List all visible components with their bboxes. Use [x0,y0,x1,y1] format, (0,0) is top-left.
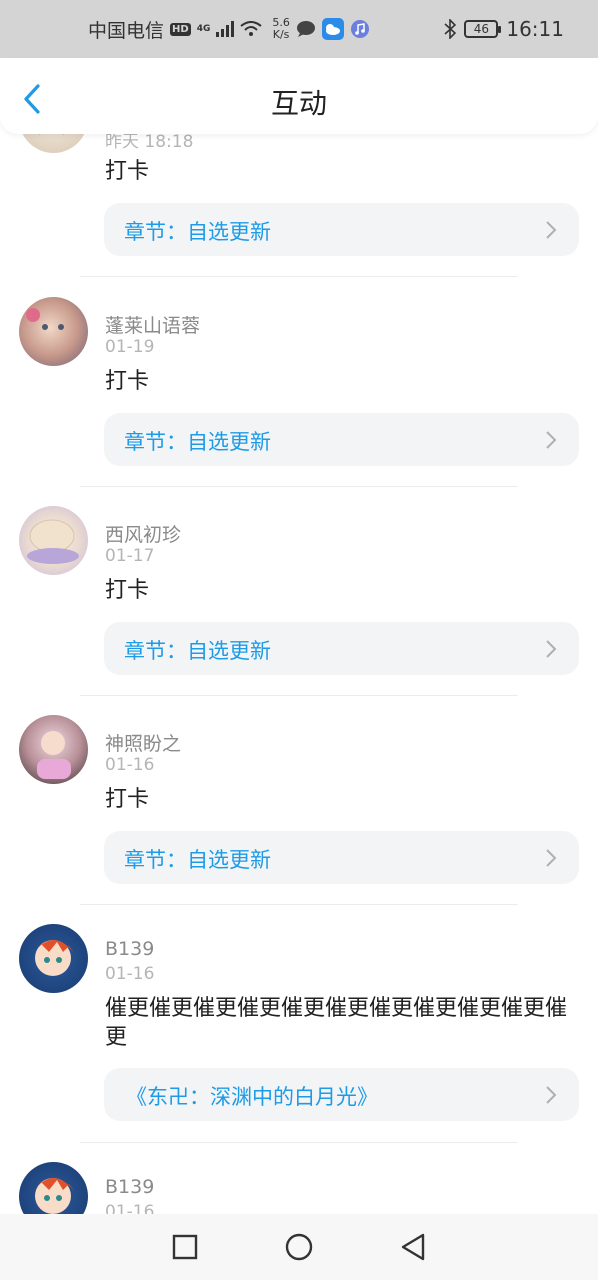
chapter-link-label: 章节：自选更新 [124,430,271,454]
chapter-link-label: 章节：自选更新 [124,848,271,872]
clock: 16:11 [506,17,564,41]
page-title: 互动 [270,87,327,120]
post-time: 昨天 18:18 [105,134,194,152]
book-link[interactable]: 《东卍：深渊中的白月光》 [104,1068,579,1121]
post-content: 打卡 [105,159,150,184]
weather-icon [321,18,344,40]
divider [80,904,518,905]
post-time: 01-17 [105,546,155,566]
network-type: 4G [196,23,211,34]
divider [80,486,518,487]
post-content: 催更催更催更催更催更催更催更催更催更催更催更 [105,996,568,1050]
post-time: 01-19 [105,337,155,357]
system-nav-bar [0,1214,598,1280]
user-name[interactable]: B139 [105,1176,154,1198]
chapter-link[interactable]: 章节：自选更新 [104,622,579,675]
chevron-right-icon [546,849,557,867]
post-content: 打卡 [105,369,150,394]
post-content: 打卡 [105,787,150,812]
battery-indicator: 46 [464,20,502,38]
chapter-link[interactable]: 章节：自选更新 [104,203,579,256]
chapter-link-label: 章节：自选更新 [124,220,271,244]
chapter-link-label: 章节：自选更新 [124,639,271,663]
user-name[interactable]: B139 [105,938,154,960]
user-avatar[interactable] [19,297,88,366]
circle-icon [285,1233,313,1261]
user-avatar[interactable] [19,506,88,575]
chapter-link[interactable]: 章节：自选更新 [104,413,579,466]
carrier-label: 中国电信 [88,19,165,42]
hd-badge: HD [170,22,191,36]
chevron-right-icon [546,431,557,449]
user-name[interactable]: 神照盼之 [105,729,181,756]
chevron-right-icon [546,640,557,658]
bluetooth-icon [444,19,457,39]
post-time: 01-16 [105,964,155,984]
interaction-feed[interactable]: 昨天 18:18 打卡 章节：自选更新 蓬莱山语蓉 01-19 打卡 章节：自选… [0,134,598,1214]
post-time: 01-16 [105,755,155,775]
divider [80,1142,518,1143]
user-avatar[interactable] [19,134,88,153]
divider [80,695,518,696]
triangle-back-icon [401,1233,425,1261]
app-header: 互动 [0,58,598,134]
user-avatar[interactable] [19,1162,88,1214]
post-content: 打卡 [105,578,150,603]
divider [80,276,518,277]
user-avatar[interactable] [19,715,88,784]
chevron-right-icon [546,1086,557,1104]
square-icon [172,1234,198,1260]
chevron-right-icon [546,221,557,239]
music-icon [350,20,369,38]
user-name[interactable]: 蓬莱山语蓉 [105,311,200,338]
home-button[interactable] [279,1227,319,1267]
book-link-label: 《东卍：深渊中的白月光》 [126,1085,378,1109]
network-speed: 5.6 K/s [272,17,290,41]
chapter-link[interactable]: 章节：自选更新 [104,831,579,884]
post-time: 01-16 [105,1202,155,1214]
status-bar: 中国电信 HD 4G 5.6 K/s 46 16:11 [0,0,598,58]
user-name[interactable]: 西风初珍 [105,520,181,547]
wifi-icon [240,21,262,36]
user-avatar[interactable] [19,924,88,993]
chat-bubble-icon [296,21,315,37]
speed-unit: K/s [272,28,290,41]
signal-icon [216,21,235,37]
recents-button[interactable] [165,1227,205,1267]
back-button[interactable] [393,1227,433,1267]
battery-level: 46 [473,22,489,36]
